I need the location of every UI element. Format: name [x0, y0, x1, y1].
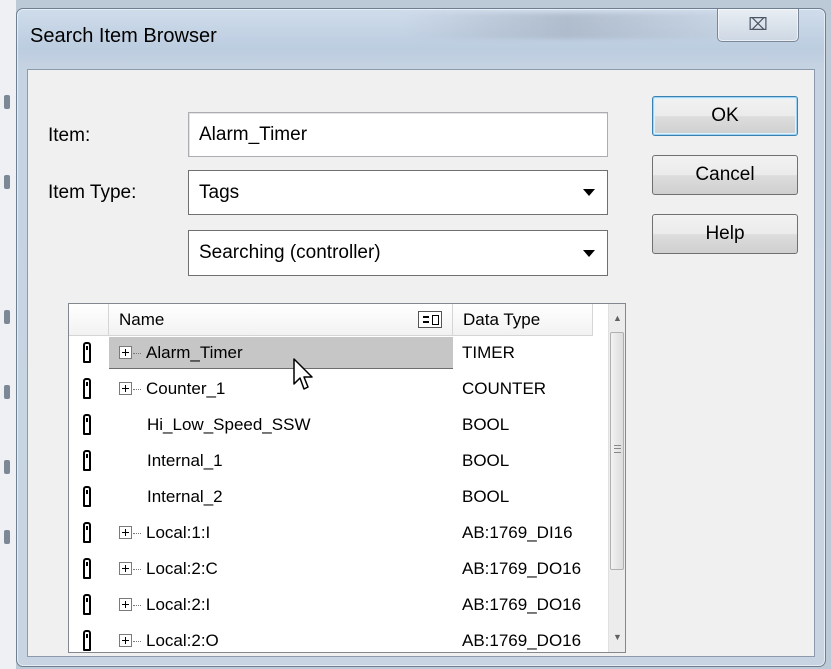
tag-list-grid[interactable]: Name Data Type Alarm_Timer TIMER Counter_1… [68, 303, 626, 653]
data-type-cell: AB:1769_DO16 [462, 631, 582, 650]
tag-name-cell: Local:1:I [146, 523, 211, 542]
plus-expander-icon[interactable] [119, 382, 132, 395]
help-button[interactable]: Help [652, 214, 798, 254]
scroll-up-arrow-icon[interactable]: ▲ [609, 310, 625, 327]
data-type-cell: AB:1769_DO16 [462, 559, 582, 578]
scroll-down-arrow-icon[interactable]: ▼ [609, 629, 625, 646]
chevron-down-icon [583, 249, 595, 257]
tree-connector [133, 641, 141, 642]
data-type-cell: BOOL [462, 415, 510, 434]
cancel-button[interactable]: Cancel [652, 155, 798, 195]
tag-icon [83, 630, 91, 651]
table-row[interactable]: Local:2:C AB:1769_DO16 [69, 553, 609, 585]
plus-expander-icon[interactable] [119, 346, 132, 359]
data-type-cell: TIMER [462, 343, 515, 362]
tag-icon [83, 558, 91, 579]
grip-icon [614, 445, 621, 453]
tag-icon [83, 342, 91, 363]
data-type-cell: COUNTER [462, 379, 547, 398]
data-type-cell: AB:1769_DI16 [462, 523, 573, 542]
mouse-pointer-icon [293, 358, 313, 390]
title-bar[interactable]: Search Item Browser ⌧ [17, 9, 825, 61]
column-header-name[interactable]: Name [109, 304, 453, 336]
tag-name-cell: Local:2:O [146, 631, 219, 650]
chevron-down-icon [583, 189, 595, 196]
plus-expander-icon[interactable] [119, 634, 132, 647]
data-type-cell: BOOL [462, 451, 510, 470]
dialog-client-area: Item: Alarm_Timer Item Type: Tags Search… [27, 69, 815, 657]
search-item-browser-dialog: Search Item Browser ⌧ Item: Alarm_Timer … [16, 8, 826, 667]
search-scope-value: Searching (controller) [199, 242, 381, 263]
tag-icon [83, 378, 91, 399]
vertical-scrollbar[interactable]: ▲ ▼ [608, 304, 625, 652]
tree-connector [133, 605, 141, 606]
item-input-value: Alarm_Timer [199, 124, 308, 145]
tag-icon [83, 450, 91, 471]
table-row[interactable]: Internal_1 BOOL [69, 445, 609, 477]
plus-expander-icon[interactable] [119, 562, 132, 575]
background-fragment [4, 95, 10, 109]
column-header-name-label: Name [119, 310, 165, 329]
help-button-label: Help [705, 223, 745, 244]
ok-button[interactable]: OK [652, 96, 798, 136]
close-button[interactable]: ⌧ [717, 9, 799, 42]
tree-connector [133, 569, 141, 570]
item-label: Item: [48, 125, 91, 146]
table-row[interactable]: Counter_1 COUNTER [69, 373, 609, 405]
data-type-cell: AB:1769_DO16 [462, 595, 582, 614]
data-type-cell: BOOL [462, 487, 510, 506]
tag-name-cell: Alarm_Timer [146, 343, 243, 362]
ok-button-label: OK [711, 105, 739, 126]
tag-icon [83, 594, 91, 615]
table-row[interactable]: Local:1:I AB:1769_DI16 [69, 517, 609, 549]
tag-name-cell: Internal_1 [147, 451, 223, 470]
tag-name-cell: Local:2:C [146, 559, 218, 578]
item-type-value: Tags [199, 181, 240, 203]
search-scope-select[interactable]: Searching (controller) [188, 230, 608, 276]
scrollbar-thumb[interactable] [610, 332, 624, 570]
background-window-edge [0, 0, 16, 669]
column-header-data-type[interactable]: Data Type [453, 304, 593, 336]
tag-name-cell: Local:2:I [146, 595, 211, 614]
dialog-title: Search Item Browser [30, 25, 217, 47]
tag-icon [83, 522, 91, 543]
tree-connector [133, 389, 141, 390]
tag-icon [83, 486, 91, 507]
tag-name-cell: Counter_1 [146, 379, 226, 398]
table-row[interactable]: Hi_Low_Speed_SSW BOOL [69, 409, 609, 441]
tag-icon [83, 414, 91, 435]
row-header-corner [69, 304, 109, 336]
title-bar-blur [407, 13, 727, 39]
table-row[interactable]: Local:2:I AB:1769_DO16 [69, 589, 609, 621]
plus-expander-icon[interactable] [119, 598, 132, 611]
filter-column-icon[interactable] [418, 311, 442, 328]
background-fragment [4, 530, 10, 544]
table-row[interactable]: Local:2:O AB:1769_DO16 [69, 625, 609, 652]
tree-connector [133, 533, 141, 534]
table-row[interactable]: Internal_2 BOOL [69, 481, 609, 513]
cancel-button-label: Cancel [695, 164, 755, 185]
background-fragment [4, 385, 10, 399]
plus-expander-icon[interactable] [119, 526, 132, 539]
table-row[interactable]: Alarm_Timer TIMER [69, 337, 609, 369]
column-header-data-type-label: Data Type [463, 310, 541, 329]
tag-name-cell: Internal_2 [147, 487, 223, 506]
tag-name-cell: Hi_Low_Speed_SSW [147, 415, 311, 434]
item-input[interactable]: Alarm_Timer [188, 112, 608, 157]
background-fragment [4, 310, 10, 324]
item-type-label: Item Type: [48, 182, 137, 203]
background-fragment [4, 175, 10, 189]
close-icon: ⌧ [748, 15, 768, 35]
item-type-select[interactable]: Tags [188, 170, 608, 215]
tree-connector [133, 353, 141, 354]
background-fragment [4, 460, 10, 474]
